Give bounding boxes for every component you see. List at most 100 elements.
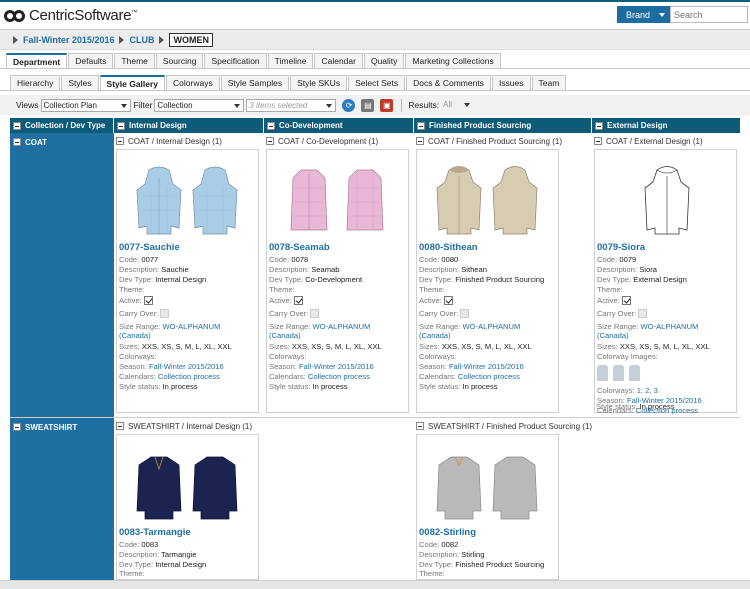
carry-over-checkbox[interactable] xyxy=(160,309,170,318)
style-card[interactable]: 0078-Seamab Code: 0078 Description: Seam… xyxy=(266,149,409,413)
colorway-swatches xyxy=(597,361,657,383)
toolbar-separator xyxy=(401,98,403,112)
style-card[interactable]: 0079-Siora Code: 0079 Description: Siora… xyxy=(594,149,737,415)
field-calendars: Calendars: Collection process xyxy=(119,372,220,381)
pdf-icon[interactable]: ▣ xyxy=(380,98,394,112)
filter-select[interactable]: Collection xyxy=(154,98,245,112)
field-dev-type: Dev Type: Internal Design xyxy=(119,275,207,284)
style-card[interactable]: 0082-Stirling Code: 0082 Description: St… xyxy=(416,434,559,580)
active-checkbox[interactable] xyxy=(621,296,631,305)
style-title-link[interactable]: 0078-Seamab xyxy=(269,242,330,253)
collapse-icon[interactable] xyxy=(416,137,424,145)
field-description: Description: Stirling xyxy=(419,550,485,559)
field-size-range-cont[interactable]: (Canada) xyxy=(119,331,151,341)
results-select[interactable]: All xyxy=(441,99,473,112)
tab-select-sets[interactable]: Select Sets xyxy=(348,75,406,90)
style-image xyxy=(273,152,403,240)
tab-team[interactable]: Team xyxy=(531,75,567,90)
items-select[interactable]: 3 items selected xyxy=(246,98,337,112)
collapse-icon[interactable] xyxy=(416,422,424,430)
field-description: Description: Sauchie xyxy=(119,265,189,274)
group-header: COAT / Internal Design (1) xyxy=(116,135,222,147)
breadcrumb-season[interactable]: Fall-Winter 2015/2016 xyxy=(23,35,114,45)
collapse-icon[interactable] xyxy=(13,423,21,431)
centric-logo[interactable]: CentricSoftware™ xyxy=(4,7,137,24)
chevron-down-icon xyxy=(659,13,665,17)
tab-sourcing[interactable]: Sourcing xyxy=(155,53,204,68)
collapse-icon[interactable] xyxy=(116,137,124,145)
colorway-swatch[interactable] xyxy=(613,365,624,381)
active-checkbox[interactable] xyxy=(443,296,453,305)
tab-calendar[interactable]: Calendar xyxy=(314,53,363,68)
tab-defaults[interactable]: Defaults xyxy=(68,53,114,68)
horizontal-scrollbar[interactable] xyxy=(0,580,750,589)
field-theme: Theme: xyxy=(269,285,295,294)
carry-over-checkbox[interactable] xyxy=(310,309,320,318)
group-header: SWEATSHIRT / Internal Design (1) xyxy=(116,420,252,432)
jacket-external-image xyxy=(644,166,690,235)
views-select[interactable]: Collection Plan xyxy=(40,98,131,112)
tab-colorways[interactable]: Colorways xyxy=(166,75,220,90)
brand-dropdown-button[interactable]: Brand xyxy=(617,6,670,23)
style-title-link[interactable]: 0083-Tarmangie xyxy=(119,527,191,538)
field-carry-over: Carry Over: xyxy=(269,309,320,319)
column-header-codev: Co-Development xyxy=(264,118,414,133)
tab-specification[interactable]: Specification xyxy=(204,53,267,68)
collapse-icon[interactable] xyxy=(595,121,603,130)
style-card[interactable]: 0083-Tarmangie Code: 0083 Description: T… xyxy=(116,434,259,580)
field-colorways: Colorways: 1, 2, 3 xyxy=(597,386,658,395)
active-checkbox[interactable] xyxy=(293,296,303,305)
tab-marketing-collections[interactable]: Marketing Collections xyxy=(405,53,501,68)
field-theme: Theme: xyxy=(419,569,445,578)
main-tabs: Department Defaults Theme Sourcing Speci… xyxy=(6,53,502,68)
tab-quality[interactable]: Quality xyxy=(363,53,405,68)
collapse-icon[interactable] xyxy=(266,137,274,145)
breadcrumb-collection[interactable]: CLUB xyxy=(129,35,154,45)
tab-style-samples[interactable]: Style Samples xyxy=(220,75,290,90)
style-title-link[interactable]: 0082-Stirling xyxy=(419,527,476,538)
sweatshirt-front-image xyxy=(436,456,482,520)
colorway-swatch[interactable] xyxy=(629,365,640,381)
carry-over-checkbox[interactable] xyxy=(460,309,470,318)
collapse-icon[interactable] xyxy=(13,121,21,130)
style-card[interactable]: 0077-Sauchie Code: 0077 Description: Sau… xyxy=(116,149,259,413)
print-icon[interactable]: ▤ xyxy=(361,98,375,112)
active-checkbox[interactable] xyxy=(143,296,153,305)
collapse-icon[interactable] xyxy=(267,121,275,130)
carry-over-checkbox[interactable] xyxy=(638,309,648,318)
tab-department[interactable]: Department xyxy=(6,53,68,68)
field-style-status: Style status: In process xyxy=(596,402,675,411)
collapse-icon[interactable] xyxy=(417,121,425,130)
tab-timeline[interactable]: Timeline xyxy=(267,53,314,68)
collapse-icon[interactable] xyxy=(117,121,125,130)
tab-hierarchy[interactable]: Hierarchy xyxy=(10,75,61,90)
tab-style-gallery[interactable]: Style Gallery xyxy=(99,75,166,90)
field-size-range-cont[interactable]: (Canada) xyxy=(419,331,451,341)
colorway-swatch[interactable] xyxy=(597,365,608,381)
group-header: COAT / External Design (1) xyxy=(594,135,703,147)
tab-issues[interactable]: Issues xyxy=(491,75,531,90)
style-card[interactable]: 0080-Sithean Code: 0080 Description: Sit… xyxy=(416,149,559,413)
vest-back-image xyxy=(346,169,384,231)
toolbar: Views Collection Plan Filter Collection … xyxy=(0,95,750,115)
style-title-link[interactable]: 0080-Sithean xyxy=(419,242,478,253)
tab-theme[interactable]: Theme xyxy=(114,53,155,68)
field-description: Description: Tarmangie xyxy=(119,550,197,559)
field-size-range-cont[interactable]: (Canada) xyxy=(269,331,301,341)
row-label-coat: COAT xyxy=(10,133,114,417)
search-input[interactable] xyxy=(670,6,748,23)
field-size-range-cont[interactable]: (Canada) xyxy=(597,331,629,341)
collapse-icon[interactable] xyxy=(116,422,124,430)
collapse-icon[interactable] xyxy=(594,137,602,145)
collapse-icon[interactable] xyxy=(13,138,21,146)
tab-style-skus[interactable]: Style SKUs xyxy=(290,75,348,90)
refresh-icon[interactable]: ⟳ xyxy=(342,98,356,112)
style-title-link[interactable]: 0077-Sauchie xyxy=(119,242,180,253)
style-title-link[interactable]: 0079-Siora xyxy=(597,242,645,253)
group-header: COAT / Finished Product Sourcing (1) xyxy=(416,135,562,147)
field-dev-type: Dev Type: Co-Development xyxy=(269,275,363,284)
top-bar: CentricSoftware™ Brand xyxy=(0,0,750,30)
field-sizes: Sizes: XXS, XS, S, M, L, XL, XXL xyxy=(597,342,710,351)
tab-docs-comments[interactable]: Docs & Comments xyxy=(406,75,491,90)
tab-styles[interactable]: Styles xyxy=(61,75,99,90)
